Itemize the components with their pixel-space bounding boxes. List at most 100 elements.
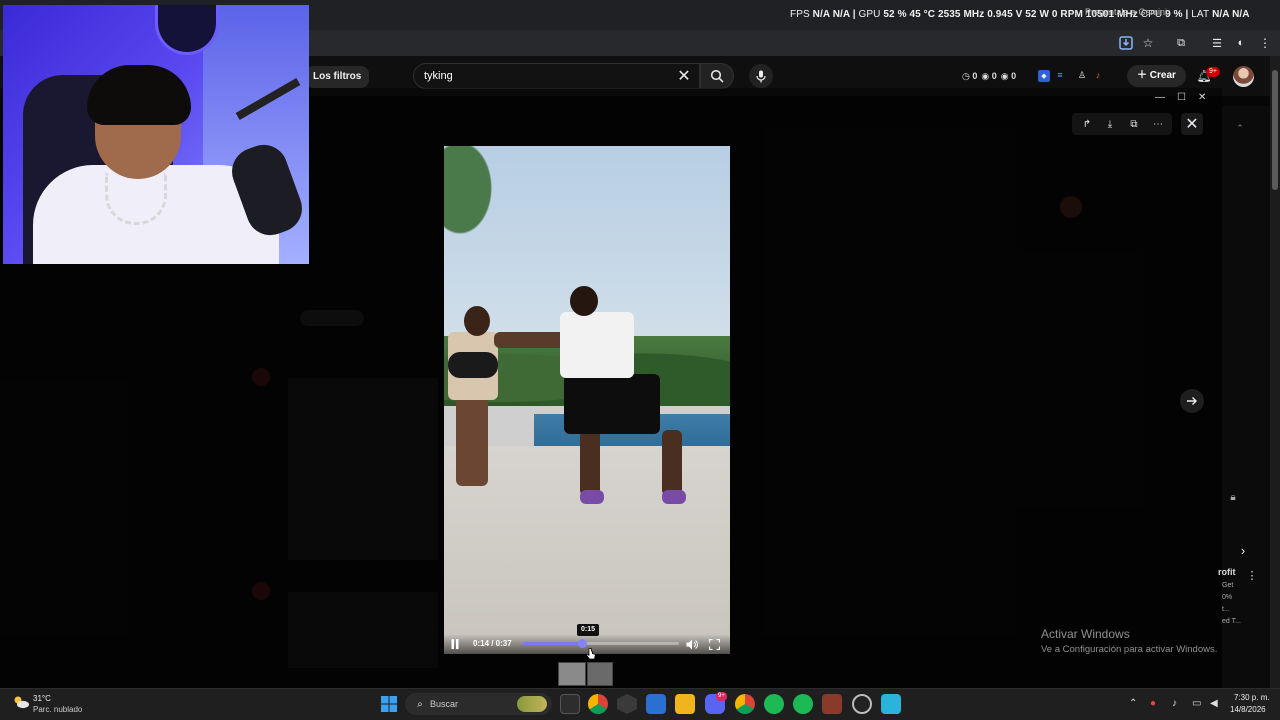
queue-icon[interactable]: ≡: [1054, 69, 1066, 81]
open-external-icon[interactable]: ⧉: [1127, 117, 1141, 131]
next-media-button[interactable]: [1180, 389, 1204, 413]
video-person-2-shoe: [580, 490, 604, 504]
maximize-icon[interactable]: ☐: [1177, 92, 1186, 103]
video-person-2-head: [570, 286, 598, 316]
clock-time[interactable]: 7:30 p. m.: [1234, 693, 1270, 702]
create-button[interactable]: ＋ Crear: [1127, 65, 1186, 87]
webcam-overlay: [3, 5, 309, 264]
ad-line: ed T...: [1222, 618, 1241, 625]
windows-taskbar: [0, 688, 1280, 720]
lat-value: N/A: [1212, 9, 1230, 20]
chrome-profile-icon[interactable]: [735, 694, 755, 714]
chevron-right-icon[interactable]: ›: [1237, 543, 1249, 558]
ad-line: t...: [1222, 606, 1230, 613]
spotify-icon[interactable]: [793, 694, 813, 714]
video-person-1-legs: [456, 396, 488, 486]
fullscreen-icon: [708, 638, 720, 650]
window-controls: — ☐ ✕: [1155, 92, 1206, 103]
fps-label: FPS: [790, 9, 810, 20]
tray-volume-icon[interactable]: ◀: [1210, 698, 1218, 709]
preview-thumbnail-1[interactable]: [558, 662, 586, 686]
voice-search-button[interactable]: [749, 64, 773, 88]
video-palm-tree: [444, 146, 514, 266]
gemini-hint[interactable]: Preguntale a Gemini: [1085, 7, 1167, 17]
pause-button[interactable]: [447, 636, 463, 652]
search-icon: [710, 69, 724, 83]
lat-value-2: N/A: [1232, 9, 1250, 20]
counter-eye: ◉ 0: [1000, 71, 1017, 81]
scrub-time-tooltip: 0:15: [577, 624, 599, 636]
more-options-icon[interactable]: ⋯: [1151, 117, 1165, 131]
clear-search-icon[interactable]: ✕: [674, 66, 694, 86]
install-app-icon[interactable]: [1118, 35, 1134, 51]
ad-title[interactable]: rofit: [1218, 567, 1236, 577]
scrollbar-thumb[interactable]: [1272, 70, 1278, 190]
photos-icon[interactable]: [646, 694, 666, 714]
search-input[interactable]: [424, 64, 664, 88]
weather-cloud-sun-icon[interactable]: [12, 695, 30, 709]
menu-kebab-icon[interactable]: ⋮: [1258, 35, 1272, 51]
ad-menu-icon[interactable]: ⋮: [1247, 568, 1258, 582]
chrome-icon[interactable]: [588, 694, 608, 714]
search-icon: ⌕: [417, 698, 423, 710]
tab-search-icon[interactable]: ☰: [1209, 35, 1225, 51]
profile-icon[interactable]: ◐: [1233, 35, 1249, 51]
preview-thumbnail-2[interactable]: [587, 662, 613, 686]
lock-icon: 🔒︎: [1230, 491, 1236, 503]
close-window-icon[interactable]: ✕: [1198, 92, 1206, 103]
bookmark-star-icon[interactable]: ☆: [1140, 35, 1156, 51]
extension-icon[interactable]: ◆: [1038, 70, 1050, 82]
ad-line: 0%: [1222, 594, 1233, 601]
file-explorer-icon[interactable]: [675, 694, 695, 714]
performance-overlay: FPS N/A N/A | GPU 52 % 45 °C 2535 MHz 0.…: [790, 9, 1250, 20]
trophy-icon[interactable]: ♙: [1076, 69, 1088, 81]
bell-alert-icon[interactable]: ♪: [1092, 69, 1104, 81]
close-viewer-button[interactable]: ✕: [1181, 113, 1203, 135]
video-progress-fill: [523, 642, 583, 645]
tray-chevron-icon[interactable]: ⌃: [1129, 698, 1137, 709]
counter-views: ◉ 0: [981, 71, 997, 81]
cpu-value: 9 %: [1165, 9, 1183, 20]
app-circle-icon[interactable]: [852, 694, 872, 714]
watermark-subtitle: Ve a Configuración para activar Windows.: [1041, 644, 1218, 655]
minimize-icon[interactable]: —: [1155, 92, 1165, 103]
volume-button[interactable]: [684, 636, 700, 652]
chevron-up-icon[interactable]: ⌃: [1234, 122, 1246, 134]
windows-start-icon[interactable]: [381, 696, 397, 712]
tray-app-icon[interactable]: ●: [1150, 698, 1156, 709]
app-green-icon[interactable]: [764, 694, 784, 714]
filters-chip[interactable]: Los filtros: [305, 66, 370, 88]
arrow-right-icon: [1187, 397, 1197, 405]
account-avatar[interactable]: [1233, 66, 1254, 87]
tray-network-icon[interactable]: ▭: [1192, 698, 1201, 709]
share-icon[interactable]: ↱: [1080, 117, 1094, 131]
clock-date[interactable]: 14/8/2026: [1230, 705, 1266, 714]
discord-badge: 9+: [716, 692, 727, 701]
tray-mic-icon[interactable]: ♪: [1172, 698, 1177, 709]
winrar-icon[interactable]: [822, 694, 842, 714]
video-player[interactable]: [444, 146, 730, 654]
gpu-label: GPU: [858, 9, 881, 20]
counter-timer: ◷ 0: [962, 71, 978, 81]
notification-badge: 9+: [1206, 67, 1220, 77]
video-person-2-leg: [580, 430, 600, 496]
video-person-2-shoe: [662, 490, 686, 504]
video-progress-bar[interactable]: [523, 639, 679, 648]
video-person-2-arm: [494, 332, 566, 348]
search-button[interactable]: [700, 63, 734, 89]
watermark-title: Activar Windows: [1041, 627, 1130, 641]
taskbar-search[interactable]: ⌕: [405, 693, 552, 715]
video-person-2-shorts: [564, 374, 660, 434]
weather-temperature[interactable]: 31°C: [33, 694, 51, 703]
ad-line: Get: [1222, 582, 1234, 589]
fullscreen-button[interactable]: [706, 636, 722, 652]
weather-description[interactable]: Parc. nublado: [33, 705, 82, 714]
viewer-toolbar: ↱ ⤓ ⧉ ⋯: [1072, 113, 1172, 135]
task-view-icon[interactable]: [560, 694, 580, 714]
pause-icon: [451, 639, 459, 649]
video-person-2-leg: [662, 430, 682, 496]
notepad-icon[interactable]: [881, 694, 901, 714]
extensions-icon[interactable]: ⧉: [1173, 35, 1189, 51]
volume-icon: [686, 639, 698, 649]
download-icon[interactable]: ⤓: [1103, 117, 1117, 131]
